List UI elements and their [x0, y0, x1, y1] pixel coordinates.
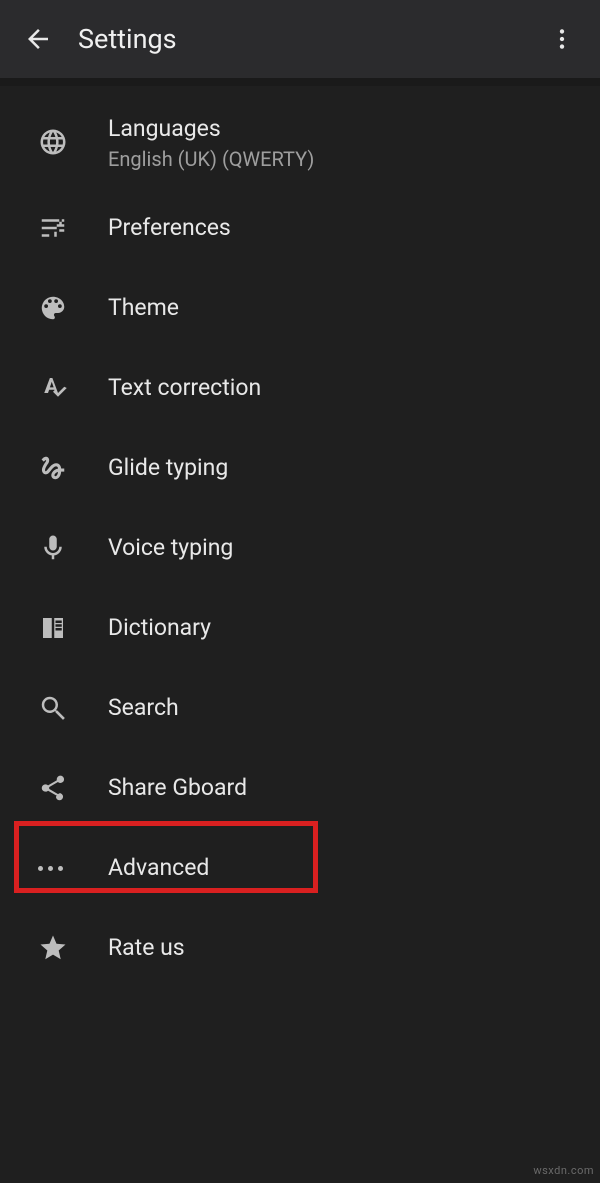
settings-item-theme[interactable]: Theme [0, 268, 600, 348]
settings-item-preferences[interactable]: Preferences [0, 188, 600, 268]
settings-item-rate-us[interactable]: Rate us [0, 908, 600, 988]
search-icon [0, 693, 108, 723]
row-title: Voice typing [108, 532, 600, 563]
more-vert-icon [549, 26, 575, 52]
settings-item-dictionary[interactable]: Dictionary [0, 588, 600, 668]
settings-item-share-gboard[interactable]: Share Gboard [0, 748, 600, 828]
settings-item-search[interactable]: Search [0, 668, 600, 748]
row-title: Rate us [108, 932, 600, 963]
watermark: wsxdn.com [533, 1164, 594, 1177]
book-icon [0, 613, 108, 643]
back-button[interactable] [16, 17, 60, 61]
globe-icon [0, 127, 108, 157]
app-bar: Settings [0, 0, 600, 78]
spellcheck-icon [0, 373, 108, 403]
row-title: Text correction [108, 372, 600, 403]
settings-item-glide-typing[interactable]: Glide typing [0, 428, 600, 508]
row-subtitle: English (UK) (QWERTY) [108, 147, 600, 171]
mic-icon [0, 533, 108, 563]
share-icon [0, 773, 108, 803]
row-title: Glide typing [108, 452, 600, 483]
more-horiz-icon [0, 866, 108, 871]
appbar-divider [0, 78, 600, 86]
settings-item-voice-typing[interactable]: Voice typing [0, 508, 600, 588]
row-title: Dictionary [108, 612, 600, 643]
settings-list: Languages English (UK) (QWERTY) Preferen… [0, 86, 600, 988]
appbar-title: Settings [78, 23, 540, 55]
settings-item-languages[interactable]: Languages English (UK) (QWERTY) [0, 96, 600, 188]
settings-item-advanced[interactable]: Advanced [0, 828, 600, 908]
row-title: Advanced [108, 852, 600, 883]
settings-item-text-correction[interactable]: Text correction [0, 348, 600, 428]
arrow-back-icon [23, 24, 53, 54]
row-title: Preferences [108, 212, 600, 243]
row-title: Share Gboard [108, 772, 600, 803]
row-title: Languages [108, 113, 600, 144]
tune-icon [0, 213, 108, 243]
palette-icon [0, 293, 108, 323]
overflow-menu-button[interactable] [540, 17, 584, 61]
row-title: Theme [108, 292, 600, 323]
star-icon [0, 933, 108, 963]
row-title: Search [108, 692, 600, 723]
gesture-icon [0, 453, 108, 483]
